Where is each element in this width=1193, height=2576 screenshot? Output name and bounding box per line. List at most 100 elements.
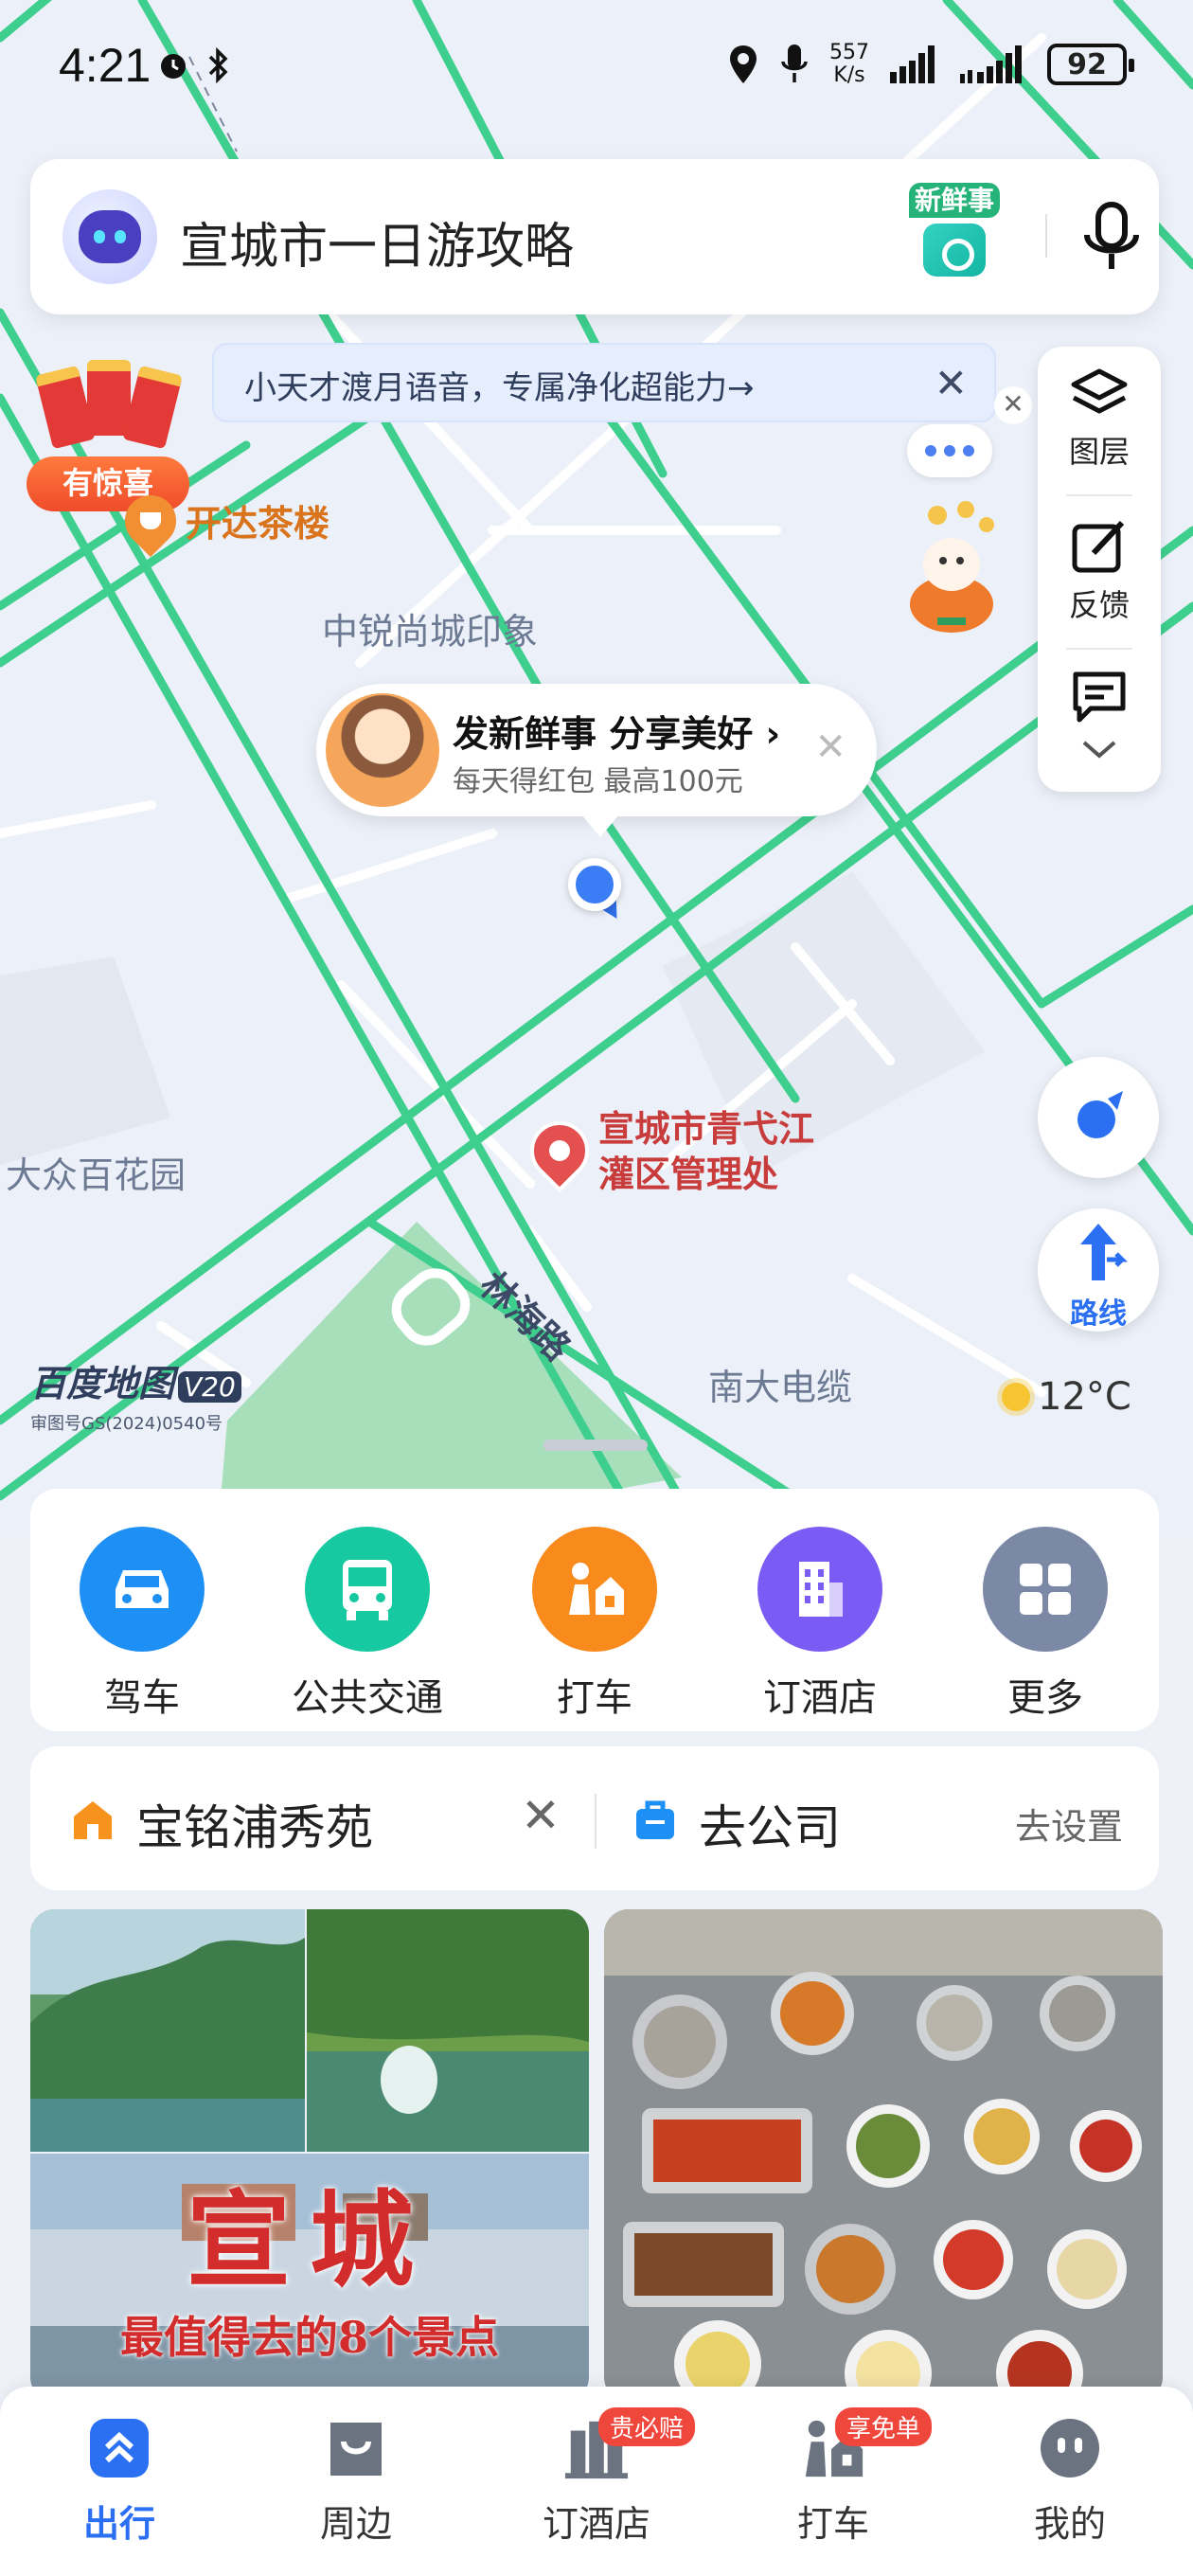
bus-icon	[305, 1527, 430, 1652]
current-location-marker	[568, 858, 621, 911]
fresh-news-label: 新鲜事	[908, 183, 1000, 218]
poi-marker-icon	[518, 1109, 601, 1192]
home-close-button[interactable]: ✕	[521, 1788, 561, 1843]
compass-locate-icon	[1077, 1091, 1123, 1138]
quick-transit-label: 公共交通	[292, 1676, 443, 1720]
feedback-label: 反馈	[1068, 587, 1130, 623]
tool-divider	[1066, 494, 1132, 496]
voice-search-icon[interactable]	[1079, 201, 1144, 273]
tool-divider	[1066, 648, 1132, 650]
bottom-sheet-handle[interactable]	[543, 1440, 648, 1451]
feed-card-food[interactable]	[604, 1909, 1163, 2402]
tab-mine-label: 我的	[1033, 2503, 1106, 2545]
quick-taxi-label: 打车	[557, 1676, 632, 1720]
tab-nearby-label: 周边	[319, 2503, 392, 2545]
map-approval-number: 审图号GS(2024)0540号	[30, 1414, 223, 1434]
speed-value: 557	[829, 41, 869, 64]
status-right-icons: 557 K/s 92	[727, 42, 1134, 87]
work-settings-link[interactable]: 去设置	[1015, 1798, 1123, 1850]
poi-admin-office[interactable]: 宣城市青弋江 灌区管理处	[518, 1106, 815, 1197]
taxi-badge: 享免单	[835, 2407, 933, 2446]
quick-hotel[interactable]: 订酒店	[725, 1527, 915, 1722]
logo-name: 百度地图	[30, 1363, 175, 1404]
work-shortcut[interactable]: 去公司	[699, 1790, 841, 1858]
quick-drive[interactable]: 驾车	[47, 1527, 237, 1722]
quick-more[interactable]: 更多	[951, 1527, 1140, 1722]
food-buffet-image	[604, 1909, 1163, 2402]
layers-button[interactable]: 图层	[1038, 367, 1161, 472]
tab-nearby[interactable]: 周边	[271, 2415, 441, 2547]
share-title[interactable]: 发新鲜事 分享美好 ›	[453, 705, 780, 757]
fresh-news-button[interactable]: 新鲜事	[894, 180, 1015, 277]
red-envelope-icon	[122, 365, 183, 450]
search-placeholder[interactable]: 宣城市一日游攻略	[180, 206, 574, 277]
feedback-button[interactable]: 反馈	[1038, 519, 1161, 625]
map-label-nanda[interactable]: 南大电缆	[708, 1358, 852, 1410]
bottom-tab-bar: 出行 周边 贵必赔 订酒店 享免单 打车 我的	[0, 2387, 1193, 2576]
scenic-subtitle: 最值得去的8个景点	[119, 2312, 499, 2363]
expand-tools-button[interactable]	[1038, 739, 1161, 765]
clock: 4:21	[59, 39, 151, 92]
home-shortcut[interactable]: 宝铭浦秀苑	[136, 1790, 373, 1858]
message-button[interactable]	[1038, 669, 1161, 729]
share-news-bubble[interactable]: 发新鲜事 分享美好 › 每天得红包 最高100元 ✕	[316, 684, 877, 837]
more-dots-bubble[interactable]	[907, 424, 992, 477]
tab-taxi[interactable]: 享免单 打车	[748, 2407, 933, 2547]
locate-me-button[interactable]	[1038, 1057, 1159, 1178]
home-icon	[74, 1801, 112, 1839]
camera-icon	[923, 224, 986, 277]
signal-icon	[890, 45, 935, 83]
status-left-icons	[157, 47, 231, 83]
share-close-button[interactable]: ✕	[814, 725, 846, 769]
battery-indicator: 92	[1047, 44, 1134, 85]
hotel-icon	[757, 1527, 882, 1652]
map-label-zhongrui[interactable]: 中锐尚城印象	[322, 602, 538, 654]
speed-unit: K/s	[833, 63, 865, 87]
layers-label: 图层	[1068, 434, 1130, 470]
surprise-red-envelope[interactable]: 有惊喜	[17, 352, 197, 511]
network-speed: 557 K/s	[829, 42, 869, 87]
tools-close-button[interactable]: ✕	[994, 386, 1032, 424]
logo-version: V20	[178, 1371, 241, 1403]
share-subtitle: 每天得红包 最高100元	[453, 765, 743, 798]
search-bar[interactable]: 宣城市一日游攻略 新鲜事	[30, 159, 1159, 314]
tab-travel[interactable]: 出行	[34, 2415, 205, 2547]
mascot-icon[interactable]	[899, 498, 1004, 640]
search-divider	[1045, 214, 1047, 258]
notice-text[interactable]: 小天才渡月语音，专属净化超能力→	[244, 362, 755, 408]
route-button[interactable]: 路线	[1038, 1208, 1159, 1332]
edit-feedback-icon	[1072, 520, 1125, 573]
quick-transit[interactable]: 公共交通	[273, 1527, 462, 1722]
route-arrow-icon	[1080, 1224, 1129, 1280]
poi-admin-label-1: 宣城市青弋江	[598, 1108, 815, 1150]
status-bar: 4:21 557 K/s 92	[0, 0, 1193, 133]
map-tools-panel: 图层 反馈	[1038, 347, 1161, 792]
bluetooth-icon	[208, 47, 228, 83]
chevron-down-icon	[1082, 741, 1116, 759]
shortcut-card: 宝铭浦秀苑 ✕ 去公司 去设置	[30, 1746, 1159, 1890]
sun-icon	[1002, 1383, 1030, 1411]
taxi-icon	[532, 1527, 657, 1652]
travel-icon	[86, 2415, 152, 2481]
tab-mine[interactable]: 我的	[985, 2415, 1155, 2547]
baidu-map-logo: 百度地图 V20 审图号GS(2024)0540号	[30, 1354, 241, 1435]
quick-actions-card: 驾车 公共交通 打车 订酒店 更多	[30, 1489, 1159, 1731]
tab-hotel[interactable]: 贵必赔 订酒店	[511, 2407, 696, 2547]
map-view[interactable]: 4:21 557 K/s 92 宣城市一日游攻略 新鲜事 小天才渡月语音，专属净…	[0, 0, 1193, 1534]
shortcut-divider	[595, 1794, 596, 1849]
nearby-bag-icon	[323, 2415, 389, 2481]
notice-close-button[interactable]: ✕	[935, 360, 968, 406]
layers-icon	[1071, 368, 1128, 414]
assistant-avatar-icon[interactable]	[62, 189, 157, 284]
weather-widget[interactable]: 12°C	[1002, 1375, 1131, 1419]
route-label: 路线	[1070, 1297, 1127, 1331]
car-icon	[80, 1527, 205, 1652]
map-label-dazhong[interactable]: 大众百花园	[6, 1146, 186, 1198]
hotel-badge: 贵必赔	[598, 2407, 696, 2446]
location-icon	[730, 45, 757, 83]
feed-card-scenic[interactable]: 宣城 最值得去的8个景点	[30, 1909, 589, 2402]
quick-taxi[interactable]: 打车	[500, 1527, 689, 1722]
voice-promo-notice[interactable]: 小天才渡月语音，专属净化超能力→ ✕	[212, 343, 996, 422]
scenic-title: 宣城	[187, 2179, 433, 2301]
poi-teahouse[interactable]: 开达茶楼	[114, 484, 329, 557]
